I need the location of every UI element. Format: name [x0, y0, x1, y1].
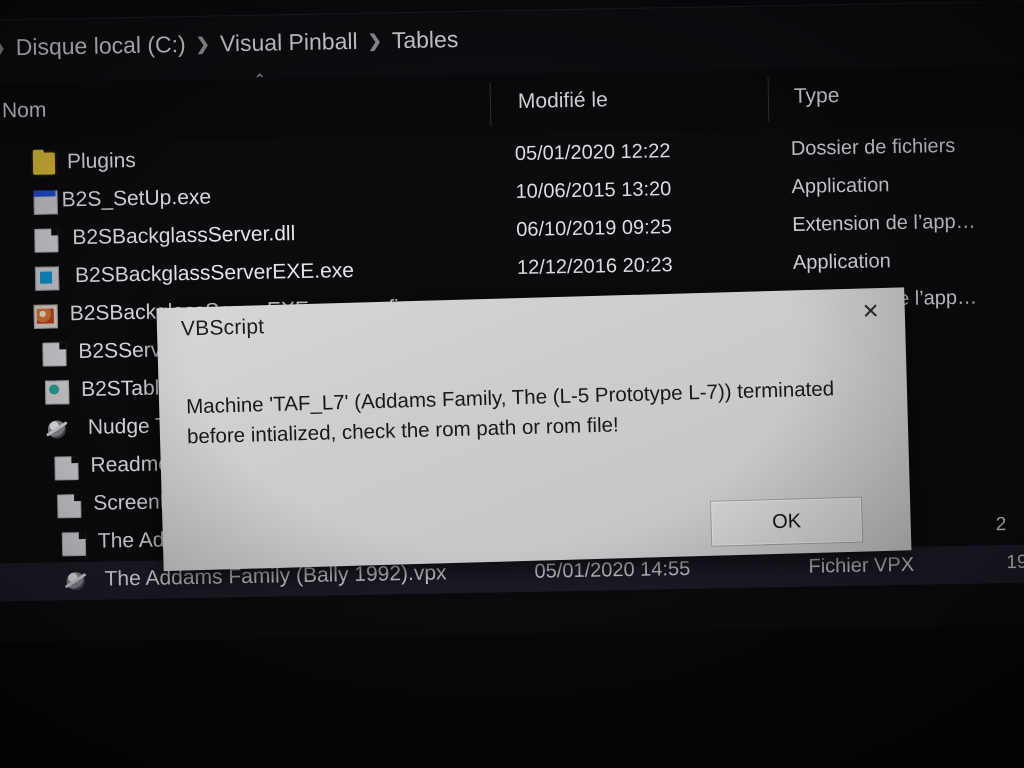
text-document-icon [54, 456, 79, 481]
dialog-message: Machine 'TAF_L7' (Addams Family, The (L-… [185, 377, 835, 449]
text-document-icon [61, 531, 87, 557]
column-header-type[interactable]: Type [794, 84, 840, 109]
file-date: 12/12/2016 20:23 [516, 254, 673, 279]
file-type: Extension de l’app… [792, 210, 976, 236]
file-name: B2SBackglassServer.dll [72, 222, 296, 250]
file-date: 05/01/2020 14:55 [534, 557, 691, 583]
breadcrumb-item-tables[interactable]: Tables [392, 26, 459, 54]
vpx-table-icon [46, 418, 68, 440]
desktop-background [0, 624, 1024, 768]
breadcrumb-item-drive[interactable]: Disque local (C:) [15, 31, 185, 61]
chevron-right-icon-1: ❯ [195, 34, 211, 54]
file-size: 199 [1006, 551, 1024, 574]
xml-document-icon [44, 380, 70, 405]
column-divider-2[interactable] [767, 77, 770, 122]
close-icon[interactable]: ✕ [850, 296, 891, 327]
dll-document-icon [34, 228, 59, 253]
file-type: Application [791, 174, 890, 198]
file-date: 10/06/2015 13:20 [515, 178, 672, 204]
file-name: B2SBackglassServerEXE.exe [74, 258, 355, 288]
setup-exe-icon [33, 190, 58, 215]
folder-icon [32, 152, 56, 175]
image-icon [33, 304, 59, 329]
vbscript-error-dialog: VBScript ✕ Machine 'TAF_L7' (Addams Fami… [156, 287, 912, 572]
dialog-title: VBScript [180, 315, 265, 341]
application-icon [34, 266, 60, 291]
chevron-right-icon-2: ❯ [367, 30, 383, 51]
file-name: B2S_SetUp.exe [61, 185, 212, 212]
file-type: Fichier VPX [808, 553, 915, 578]
breadcrumb-item-visual-pinball[interactable]: Visual Pinball [220, 28, 358, 58]
sort-ascending-caret-icon: ⌃ [253, 71, 267, 89]
ok-button[interactable]: OK [709, 496, 864, 547]
chevron-right-icon-0: ❯ [0, 37, 6, 58]
text-document-icon [57, 494, 82, 519]
screen-photo: :) PX_6_ y Affichage C ❯ Disque local (C… [0, 0, 1024, 768]
column-header-name[interactable]: Nom [2, 99, 47, 124]
file-name: Plugins [66, 148, 137, 174]
file-date: 06/10/2019 09:25 [516, 216, 673, 241]
vpx-table-icon [64, 570, 86, 592]
file-type: Application [792, 250, 891, 274]
breadcrumb: C ❯ Disque local (C:) ❯ Visual Pinball ❯… [0, 26, 459, 62]
column-header-date[interactable]: Modifié le [518, 88, 608, 114]
dll-document-icon [42, 342, 67, 367]
file-type: Dossier de fichiers [790, 134, 956, 160]
file-date: 05/01/2020 12:22 [514, 140, 671, 166]
column-divider-1[interactable] [489, 82, 492, 127]
file-size: 2 [995, 514, 1007, 536]
